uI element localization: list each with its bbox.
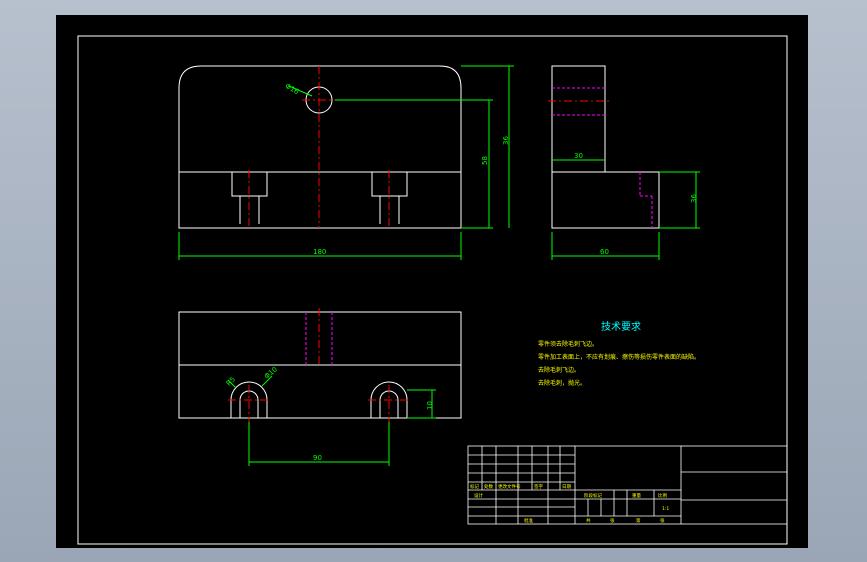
dim-slot-depth: 10	[426, 401, 434, 410]
drawing-sheet	[56, 15, 808, 548]
tb-stage: 阶段标记	[584, 492, 602, 499]
tb-change-doc: 更改文件号	[498, 483, 521, 490]
dim-side-height: 36	[690, 194, 698, 203]
tb-sign: 签字	[534, 483, 543, 490]
engineering-drawing[interactable]: Φ16 58 36 180 30 36 60 R5 Φ10 90 10 技术要求…	[0, 0, 867, 562]
tb-date: 日期	[562, 484, 571, 490]
tb-weight: 重量	[632, 492, 641, 499]
note-line-2: 零件加工表面上，不应有划痕、擦伤等损伤零件表面的缺陷。	[538, 353, 700, 361]
tb-total: 共	[586, 517, 591, 524]
dim-side-width: 60	[600, 248, 609, 256]
dim-height-top: 36	[502, 136, 510, 145]
tb-design: 设计	[474, 492, 483, 499]
note-line-3: 去除毛刺飞边。	[538, 366, 580, 374]
tb-sheet-1: 张	[610, 517, 615, 524]
tb-mark: 标记	[470, 483, 479, 490]
dim-side-step: 30	[574, 152, 583, 160]
tb-scale-value: 1:1	[662, 506, 669, 512]
tb-scale-label: 比例	[658, 492, 667, 499]
dim-width-front: 180	[313, 248, 326, 256]
tb-sheet-2: 张	[660, 517, 665, 524]
note-line-4: 去除毛刺，抛光。	[538, 379, 586, 387]
cad-viewport[interactable]: Φ16 58 36 180 30 36 60 R5 Φ10 90 10 技术要求…	[0, 0, 867, 562]
dim-slot-pitch: 90	[313, 454, 322, 462]
note-line-1: 零件须去除毛刺飞边。	[538, 340, 598, 348]
tb-count: 处数	[484, 483, 493, 490]
notes-title: 技术要求	[601, 320, 641, 333]
tb-approve: 批准	[524, 517, 533, 524]
tb-no: 第	[636, 517, 641, 524]
dim-height-inner: 58	[481, 156, 489, 165]
